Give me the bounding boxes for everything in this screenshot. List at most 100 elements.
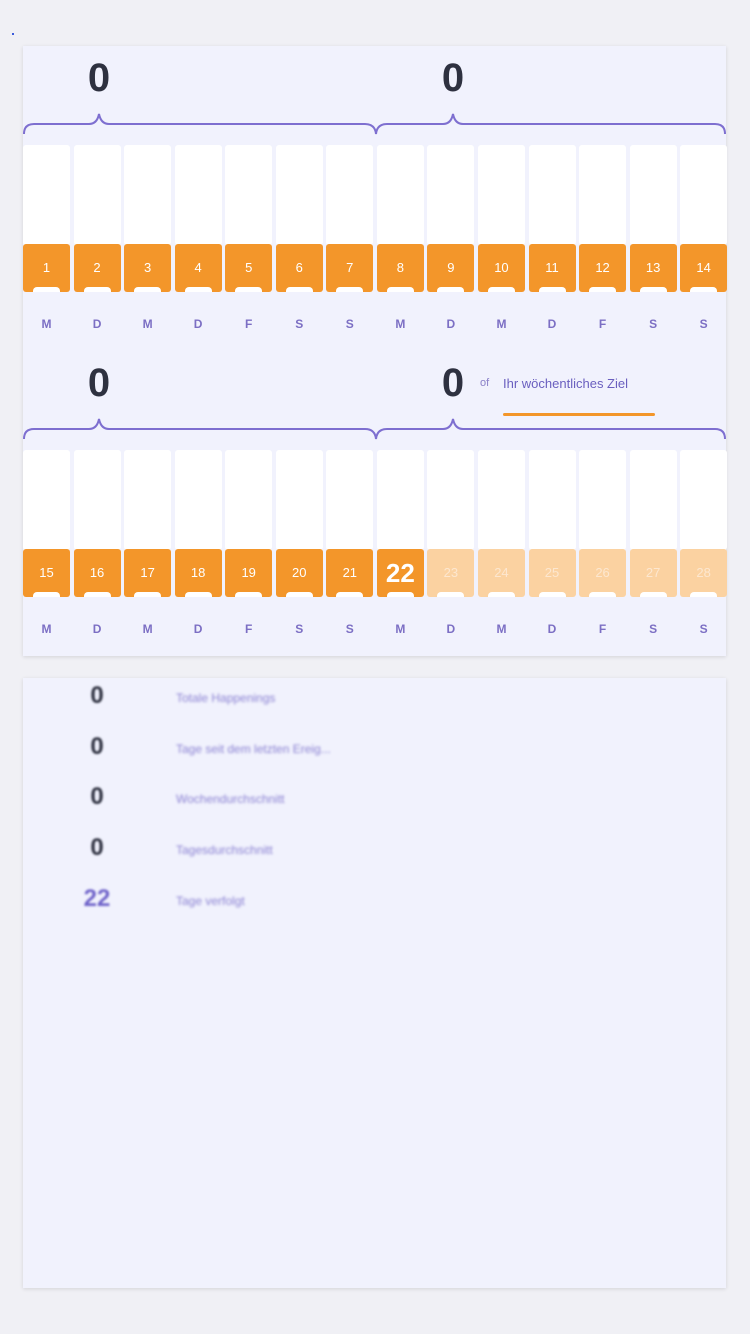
day-number-text: 22 [385, 558, 415, 588]
day-tab [134, 592, 162, 597]
day-cell-6[interactable]: 6S [275, 145, 323, 345]
day-cell-5[interactable]: 5F [225, 145, 273, 345]
day-cell-23[interactable]: 23 D [427, 450, 475, 650]
day-tab [336, 592, 364, 597]
day-bar [528, 450, 576, 550]
day-tab [437, 592, 465, 597]
day-number-text: 25 [544, 565, 560, 580]
weekday-letter: S [649, 622, 658, 636]
day-number: 13 [629, 244, 677, 292]
weekday-letter: D [92, 317, 102, 331]
stat-days-since-last: 0 Tage seit dem letzten Ereig... [23, 733, 726, 773]
day-bar [73, 145, 121, 245]
day-cell-13[interactable]: 13 S [629, 145, 677, 345]
day-number: 18 [174, 549, 222, 597]
day-number-text: 28 [696, 565, 711, 580]
day-bar [124, 450, 172, 550]
day-cell-16[interactable]: 16 D [73, 450, 121, 650]
weekday-letter: M [496, 317, 507, 331]
weekday-letter: M [41, 622, 52, 636]
day-bar [477, 145, 525, 245]
day-number-text: 10 [494, 260, 509, 275]
day-cell-11[interactable]: 11 D [528, 145, 576, 345]
day-number-text: 27 [645, 565, 661, 580]
day-number: 8 [376, 244, 424, 292]
stat-label: Wochendurchschnitt [176, 792, 285, 806]
day-cell-3[interactable]: 3M [124, 145, 172, 345]
day-cell-25[interactable]: 25 D [528, 450, 576, 650]
day-number: 14 [680, 244, 728, 292]
day-cell-22[interactable]: 22 M [376, 450, 424, 650]
day-cell-24[interactable]: 24 M [477, 450, 525, 650]
day-cell-26[interactable]: 26 F [579, 450, 627, 650]
weekday-letter: D [547, 622, 557, 636]
day-number: 17 [124, 549, 172, 597]
day-tab [235, 592, 263, 597]
day-number: 1 [23, 244, 70, 292]
day-bar [579, 450, 627, 550]
days-grid-1: 1 M 2 D 3 M 4 D 5 F 6 S 7 S 8 M 9 D 10 M 11 D 12 F 13 S 14 S [23, 145, 728, 345]
day-number-text: 11 [545, 260, 559, 275]
day-cell-9[interactable]: 9D [427, 145, 475, 345]
day-tab [235, 287, 263, 292]
day-cell-15[interactable]: 15 M [23, 450, 70, 650]
weekly-goal-link[interactable]: Ihr wöchentliches Ziel [503, 376, 628, 391]
day-cell-17[interactable]: 17 M [124, 450, 172, 650]
day-cell-4[interactable]: 4D [174, 145, 222, 345]
day-cell-10[interactable]: 10 M [477, 145, 525, 345]
day-number: 9 [427, 244, 475, 292]
day-cell-7[interactable]: 7S [326, 145, 374, 345]
stat-weekly-average: 0 Wochendurchschnitt [23, 783, 726, 823]
day-number: 25 [528, 549, 576, 597]
day-number: 15 [23, 549, 70, 597]
day-number-text: 9 [447, 260, 455, 275]
stat-label: Tage verfolgt [176, 894, 245, 908]
day-bar [427, 145, 475, 245]
day-cell-1[interactable]: 1M [23, 145, 70, 345]
weekday-letter: F [598, 317, 607, 331]
day-tab [83, 592, 111, 597]
day-cell-28[interactable]: 28 S [680, 450, 728, 650]
day-bar [326, 145, 374, 245]
day-number: 16 [73, 549, 121, 597]
day-cell-21[interactable]: 21 S [326, 450, 374, 650]
day-number-text: 5 [245, 260, 253, 275]
day-number-text: 1 [42, 260, 51, 275]
day-number: 7 [326, 244, 374, 292]
day-bar [174, 450, 222, 550]
day-cell-19[interactable]: 19 F [225, 450, 273, 650]
day-bar [73, 450, 121, 550]
day-cell-18[interactable]: 18 D [174, 450, 222, 650]
weekday-letter: S [345, 317, 354, 331]
week-braces-1 [23, 113, 726, 135]
day-number-text: 6 [295, 260, 303, 275]
weekday-letter: D [547, 317, 557, 331]
goal-of-text: of [480, 377, 490, 389]
day-tab [33, 287, 60, 292]
day-bar [23, 450, 70, 550]
day-cell-27[interactable]: 27 S [629, 450, 677, 650]
weekday-letter: M [496, 622, 507, 636]
day-number: 20 [275, 549, 323, 597]
day-bar [680, 450, 728, 550]
day-number: 26 [579, 549, 627, 597]
day-tab [386, 287, 414, 292]
day-tab [589, 592, 617, 597]
day-bar [477, 450, 525, 550]
day-cell-14[interactable]: 14 S [680, 145, 728, 345]
stat-label: Tage seit dem letzten Ereig... [176, 742, 331, 756]
day-cell-2[interactable]: 2D [73, 145, 121, 345]
day-number-text: 12 [595, 260, 610, 275]
day-tab [184, 592, 212, 597]
weekday-letter: D [193, 622, 203, 636]
day-cell-8[interactable]: 8M [376, 145, 424, 345]
day-number-text: 24 [494, 565, 509, 580]
days-grid-2: 15 M 16 D 17 M 18 D 19 F 20 S 21 S 22 M 23 D 24 M 25 D 26 F 27 S 2… [23, 450, 728, 650]
calendar-card: 0 0 1 M 2 D 3 M 4 D 5 F 6 S 7 S 8 M 9 D 10 M 11 D 12 F 13 S 14 S 0 … [23, 46, 728, 656]
weekday-letter: D [446, 622, 456, 636]
day-cell-20[interactable]: 20 S [275, 450, 323, 650]
day-number: 4 [174, 244, 222, 292]
day-cell-12[interactable]: 12 F [579, 145, 627, 345]
day-bar [174, 145, 222, 245]
day-number-text: 16 [89, 565, 105, 580]
